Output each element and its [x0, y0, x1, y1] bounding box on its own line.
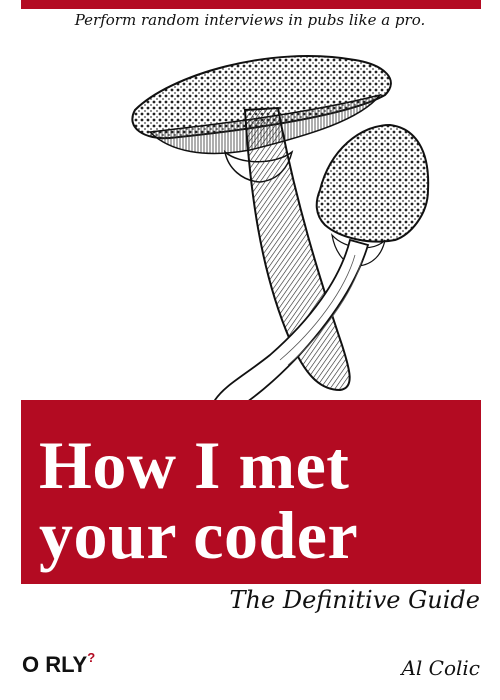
book-title: How I met your coder	[39, 427, 359, 573]
publisher-question-mark: ?	[87, 650, 96, 665]
author-name: Al Colic	[401, 656, 480, 680]
publisher-name: O RLY	[22, 652, 88, 677]
book-subtitle: The Definitive Guide	[229, 586, 480, 614]
tagline: Perform random interviews in pubs like a…	[74, 11, 426, 29]
publisher-logo: O RLY?	[22, 650, 96, 678]
mushrooms-illustration	[131, 55, 430, 415]
top-accent-bar	[21, 0, 481, 9]
title-block: How I met your coder	[21, 400, 481, 584]
